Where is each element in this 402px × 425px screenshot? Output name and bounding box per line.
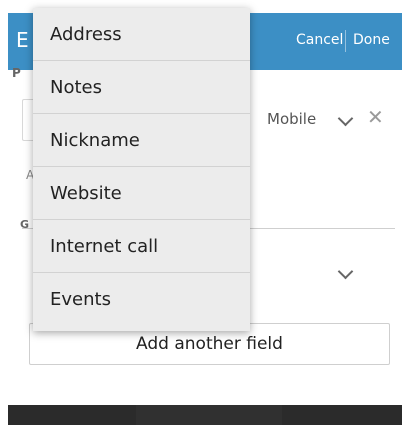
close-icon[interactable]: ✕ [367, 107, 384, 127]
app-bar-title: E [16, 28, 29, 52]
bottom-navigation-bar [8, 405, 402, 425]
phone-section-label: P [12, 66, 21, 80]
menu-item-nickname[interactable]: Nickname [33, 114, 250, 167]
chevron-down-icon[interactable] [337, 263, 354, 280]
edit-contact-screen: E Cancel Done P Mobile ✕ A G Add another… [0, 0, 402, 425]
groups-section-label: G [20, 218, 30, 231]
field-type-menu: Address Notes Nickname Website Internet … [33, 8, 250, 331]
cancel-button[interactable]: Cancel [296, 32, 343, 48]
menu-item-address[interactable]: Address [33, 8, 250, 61]
done-button[interactable]: Done [353, 32, 390, 48]
phone-type-selector[interactable]: Mobile [267, 110, 316, 128]
menu-item-website[interactable]: Website [33, 167, 250, 220]
menu-item-events[interactable]: Events [33, 273, 250, 326]
chevron-down-icon[interactable] [337, 110, 354, 127]
app-bar-divider [345, 30, 346, 52]
bottom-bar-segment [136, 405, 282, 425]
menu-item-internet-call[interactable]: Internet call [33, 220, 250, 273]
menu-item-notes[interactable]: Notes [33, 61, 250, 114]
